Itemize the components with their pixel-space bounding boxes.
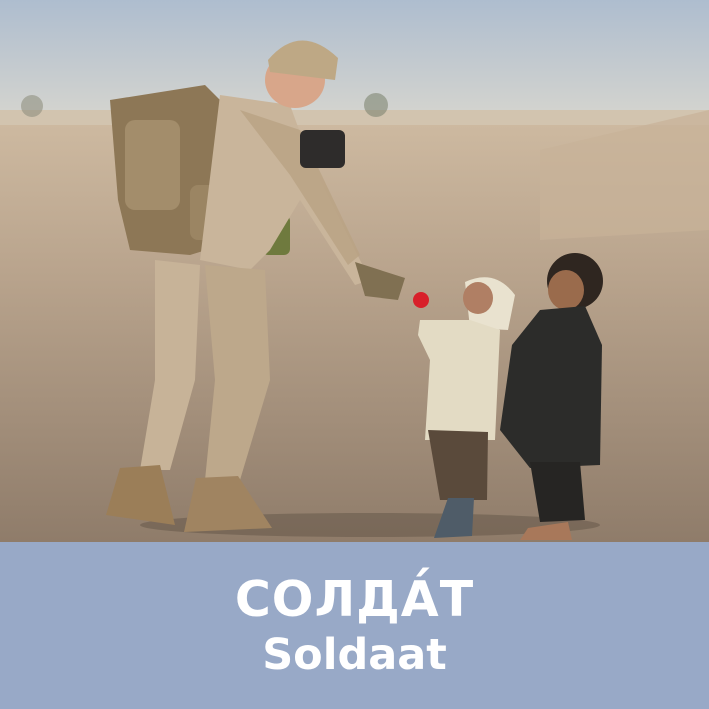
- sky: [0, 0, 709, 125]
- flashcard: СОЛДА́Т Soldaat: [0, 0, 709, 709]
- photo-illustration: [0, 0, 709, 542]
- word-cyrillic: СОЛДА́Т: [234, 571, 475, 628]
- photo: [0, 0, 709, 542]
- word-transliteration: Soldaat: [262, 630, 447, 680]
- caption-bar: СОЛДА́Т Soldaat: [0, 542, 709, 709]
- red-ball: [413, 292, 429, 308]
